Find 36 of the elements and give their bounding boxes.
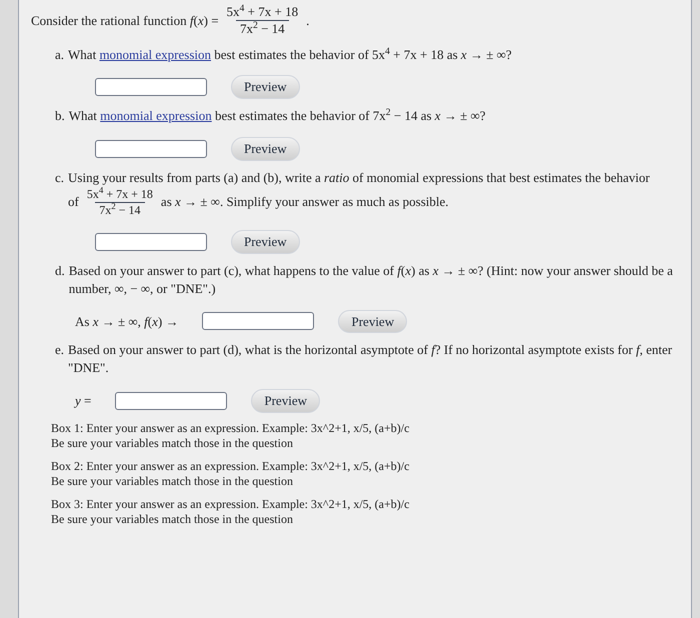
question-text: of xyxy=(68,193,79,212)
instruction-text: Be sure your variables match those in the question xyxy=(51,512,294,527)
answer-field[interactable] xyxy=(115,392,228,410)
question-text: Based on your answer to part (d), what is the horizontal asymptote of f? If no horizontal asymptote exists for f, enter "DNE". xyxy=(68,341,674,378)
instruction-text: Box 2: Enter your answer as an expression. Example: 3x^2+1, x/5, (a+b)/c xyxy=(51,459,410,474)
monomial-link[interactable]: monomial expression xyxy=(100,108,212,124)
question-text: What monomial expression best estimates the behavior of 7x$^{2}$ − 14 as x → ± ∞? xyxy=(68,107,487,126)
instruction-text: Box 1: Enter your answer as an expression. Example: 3x^2+1, x/5, (a+b)/c xyxy=(51,421,410,436)
answer-field[interactable] xyxy=(95,140,207,158)
part-label: c. xyxy=(55,169,64,187)
answer-prefix: y = xyxy=(75,392,92,410)
instruction-text: Be sure your variables match those in the question xyxy=(51,436,294,451)
intro-text: . xyxy=(306,12,310,30)
part-label: b. xyxy=(55,107,65,126)
fraction: 5x$^{4}$ + 7x + 18 7x$^{2}$ − 14 xyxy=(86,186,154,218)
part-label: d. xyxy=(55,262,65,280)
preview-button[interactable]: Preview xyxy=(338,310,408,334)
answer-field[interactable] xyxy=(202,312,314,330)
monomial-link[interactable]: monomial expression xyxy=(99,46,212,62)
preview-button[interactable]: Preview xyxy=(231,137,300,161)
part-label: a. xyxy=(55,46,64,64)
question-text: as x → ± ∞. Simplify your answer as much as possible. xyxy=(160,193,449,212)
answer-field[interactable] xyxy=(95,78,207,96)
answer-field[interactable] xyxy=(95,232,207,251)
question-text: What monomial expression best estimates the behavior of 5x$^{4}$ + 7x + 18 as x → ± ∞? xyxy=(68,46,513,64)
question-text: Based on your answer to part (c), what happens to the value of f(x) as x → ± ∞? (Hint: now your answer should be a number, ∞, − ∞, or "DNE".) xyxy=(68,262,674,298)
part-label: e. xyxy=(55,341,64,360)
answer-prefix: As x → ± ∞, f(x) → xyxy=(75,312,178,330)
instruction-text: Box 3: Enter your answer as an expression. Example: 3x^2+1, x/5, (a+b)/c xyxy=(51,497,410,512)
preview-button[interactable]: Preview xyxy=(231,230,300,254)
preview-button[interactable]: Preview xyxy=(251,389,320,413)
instruction-text: Be sure your variables match those in the question xyxy=(51,474,294,489)
question-text: Using your results from parts (a) and (b), write a ratio of monomial expressions that best estimates the behavior xyxy=(68,169,651,187)
fraction: 5x$^{4}$ + 7x + 18 7x$^{2}$ − 14 xyxy=(226,4,300,38)
intro-text: Consider the rational function f(x) = xyxy=(31,12,219,30)
preview-button[interactable]: Preview xyxy=(231,75,300,100)
